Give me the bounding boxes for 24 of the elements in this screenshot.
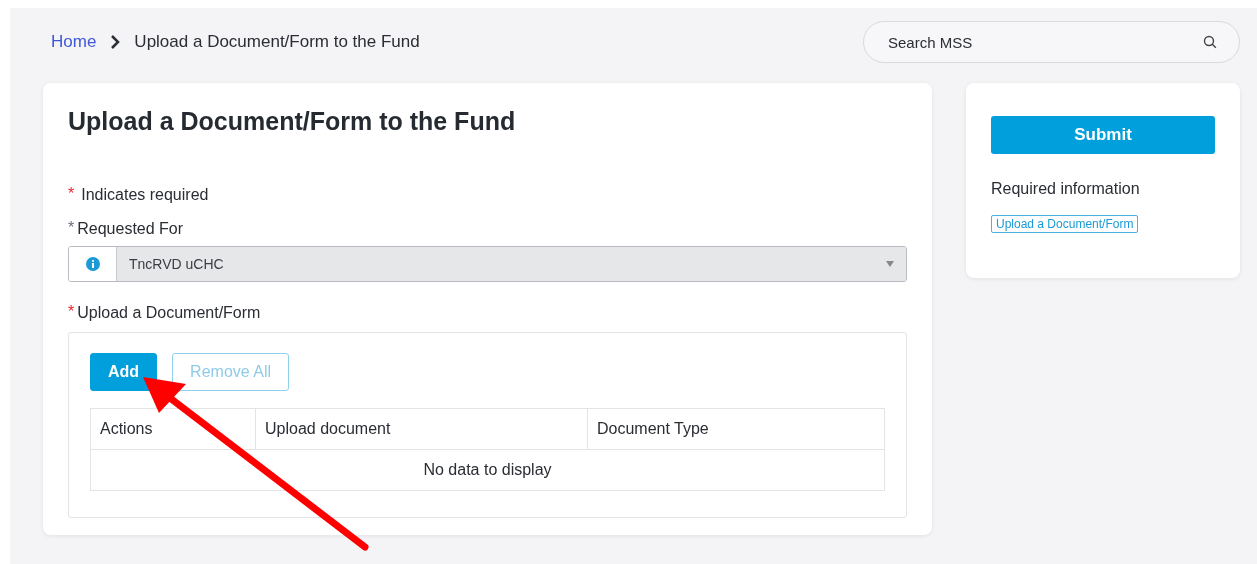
empty-message: No data to display [90,449,885,491]
column-header: Upload document [255,408,588,450]
add-button[interactable]: Add [90,353,158,391]
field-label: Upload a Document/Form [77,304,261,322]
required-info-title: Required information [991,180,1141,198]
search-icon [1203,35,1217,49]
required-asterisk: * [68,220,75,236]
field-label: Requested For [77,220,184,238]
column-header: Actions [90,408,256,450]
required-asterisk: * [68,186,75,202]
breadcrumb-current: Upload a Document/Form to the Fund [134,32,420,52]
home-link[interactable]: Home [51,32,97,52]
submit-button[interactable]: Submit [991,116,1215,154]
page-title: Upload a Document/Form to the Fund [68,107,517,136]
info-icon [85,257,100,271]
select-value: TncRVD uCHC [129,256,224,272]
column-header: Document Type [587,408,885,450]
required-note: Indicates required [81,186,209,204]
required-asterisk: * [68,304,75,320]
required-link[interactable]: Upload a Document/Form [991,215,1139,233]
chevron-right-icon [110,35,121,49]
search-field[interactable]: Search MSS [863,21,1240,63]
search-input[interactable]: Search MSS [886,32,1166,52]
dropdown-caret-icon [886,261,894,267]
